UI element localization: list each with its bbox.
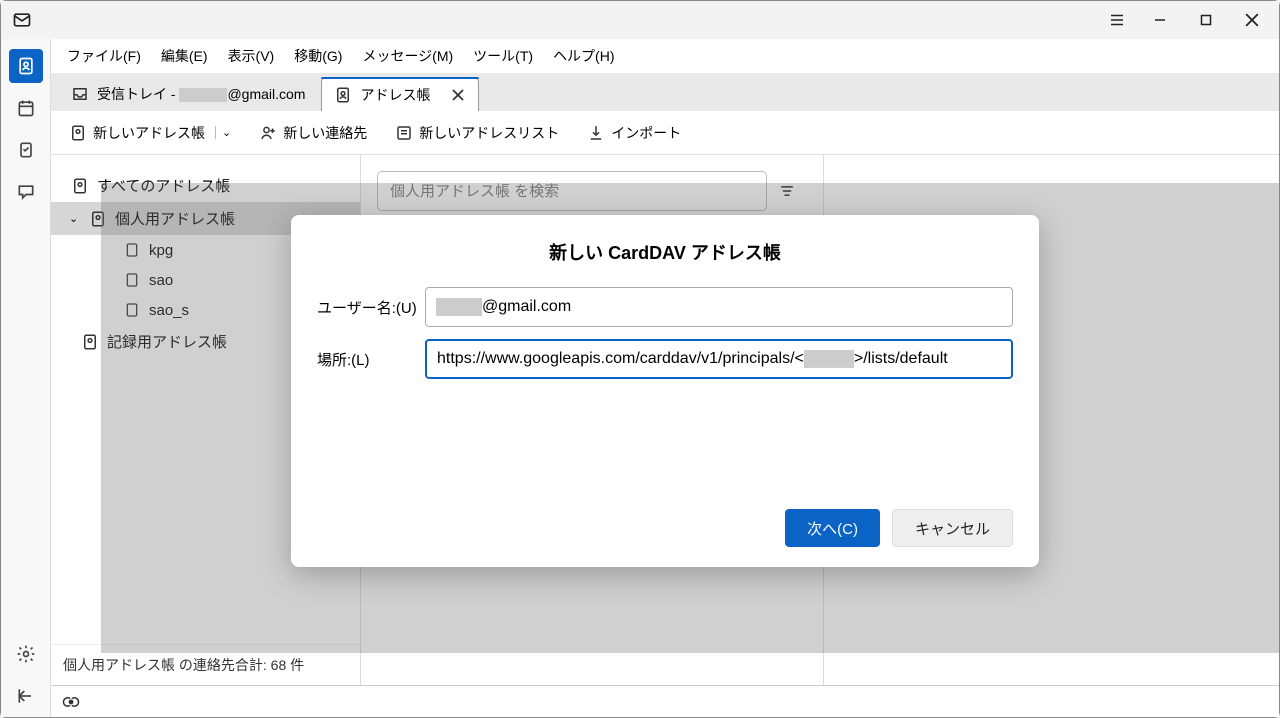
- rail-collapse-icon[interactable]: [9, 679, 43, 713]
- rail-tasks-icon[interactable]: [9, 133, 43, 167]
- new-contact-icon: [259, 124, 277, 142]
- new-list-label: 新しいアドレスリスト: [419, 123, 559, 143]
- statusbar: [51, 685, 1279, 717]
- app-menu-button[interactable]: [1097, 1, 1137, 39]
- rail-settings-icon[interactable]: [9, 637, 43, 671]
- addressbook-icon: [69, 124, 87, 142]
- status-sync-icon: [61, 695, 81, 709]
- left-rail: [1, 39, 51, 717]
- window-close-button[interactable]: [1229, 1, 1275, 39]
- chevron-down-icon[interactable]: ⌄: [69, 212, 81, 225]
- redacted-text: [179, 88, 227, 102]
- redacted-text: [804, 350, 854, 368]
- tabbar: 受信トレイ - @gmail.com アドレス帳: [51, 73, 1279, 111]
- menu-go[interactable]: 移動(G): [284, 42, 352, 70]
- username-input[interactable]: @gmail.com: [425, 287, 1013, 327]
- location-prefix: https://www.googleapis.com/carddav/v1/pr…: [437, 350, 804, 368]
- location-input[interactable]: https://www.googleapis.com/carddav/v1/pr…: [425, 339, 1013, 379]
- addressbook-icon: [81, 333, 99, 351]
- window-maximize-button[interactable]: [1183, 1, 1229, 39]
- import-icon: [587, 124, 605, 142]
- menu-help[interactable]: ヘルプ(H): [543, 42, 624, 70]
- addressbook-icon: [334, 86, 352, 104]
- addressbook-icon: [71, 177, 89, 195]
- cancel-button[interactable]: キャンセル: [892, 509, 1013, 547]
- rail-calendar-icon[interactable]: [9, 91, 43, 125]
- next-button[interactable]: 次へ(C): [785, 509, 880, 547]
- rail-chat-icon[interactable]: [9, 175, 43, 209]
- location-suffix: >/lists/default: [854, 350, 948, 368]
- rail-addressbook-icon[interactable]: [9, 49, 43, 83]
- window-minimize-button[interactable]: [1137, 1, 1183, 39]
- tab-inbox-label: 受信トレイ - @gmail.com: [97, 84, 305, 104]
- dialog-title: 新しい CardDAV アドレス帳: [317, 239, 1013, 265]
- username-value: @gmail.com: [482, 298, 571, 316]
- tab-addressbook-label: アドレス帳: [360, 85, 430, 105]
- username-label: ユーザー名:(U): [317, 296, 425, 317]
- location-label: 場所:(L): [317, 348, 425, 369]
- new-list-button[interactable]: 新しいアドレスリスト: [389, 119, 565, 147]
- menu-tools[interactable]: ツール(T): [463, 42, 543, 70]
- new-addressbook-button[interactable]: 新しいアドレス帳 ⌄: [63, 119, 237, 147]
- list-icon: [395, 124, 413, 142]
- new-contact-button[interactable]: 新しい連絡先: [253, 119, 373, 147]
- app-mail-icon: [11, 9, 33, 31]
- menu-view[interactable]: 表示(V): [218, 42, 285, 70]
- menubar: ファイル(F) 編集(E) 表示(V) 移動(G) メッセージ(M) ツール(T…: [51, 39, 1279, 73]
- new-contact-label: 新しい連絡先: [283, 123, 367, 143]
- chevron-down-icon[interactable]: ⌄: [215, 126, 231, 139]
- tab-inbox[interactable]: 受信トレイ - @gmail.com: [59, 77, 317, 111]
- titlebar: [1, 1, 1279, 39]
- tab-close-button[interactable]: [450, 89, 466, 101]
- tab-addressbook[interactable]: アドレス帳: [321, 77, 479, 111]
- carddav-dialog: 新しい CardDAV アドレス帳 ユーザー名:(U) @gmail.com 場…: [291, 215, 1039, 567]
- new-addressbook-label: 新しいアドレス帳: [93, 123, 205, 143]
- menu-message[interactable]: メッセージ(M): [352, 42, 463, 70]
- redacted-text: [436, 298, 482, 316]
- inbox-icon: [71, 85, 89, 103]
- import-button[interactable]: インポート: [581, 119, 687, 147]
- import-label: インポート: [611, 123, 681, 143]
- menu-edit[interactable]: 編集(E): [151, 42, 218, 70]
- toolbar: 新しいアドレス帳 ⌄ 新しい連絡先 新しいアドレスリスト インポート: [51, 111, 1279, 155]
- menu-file[interactable]: ファイル(F): [57, 42, 151, 70]
